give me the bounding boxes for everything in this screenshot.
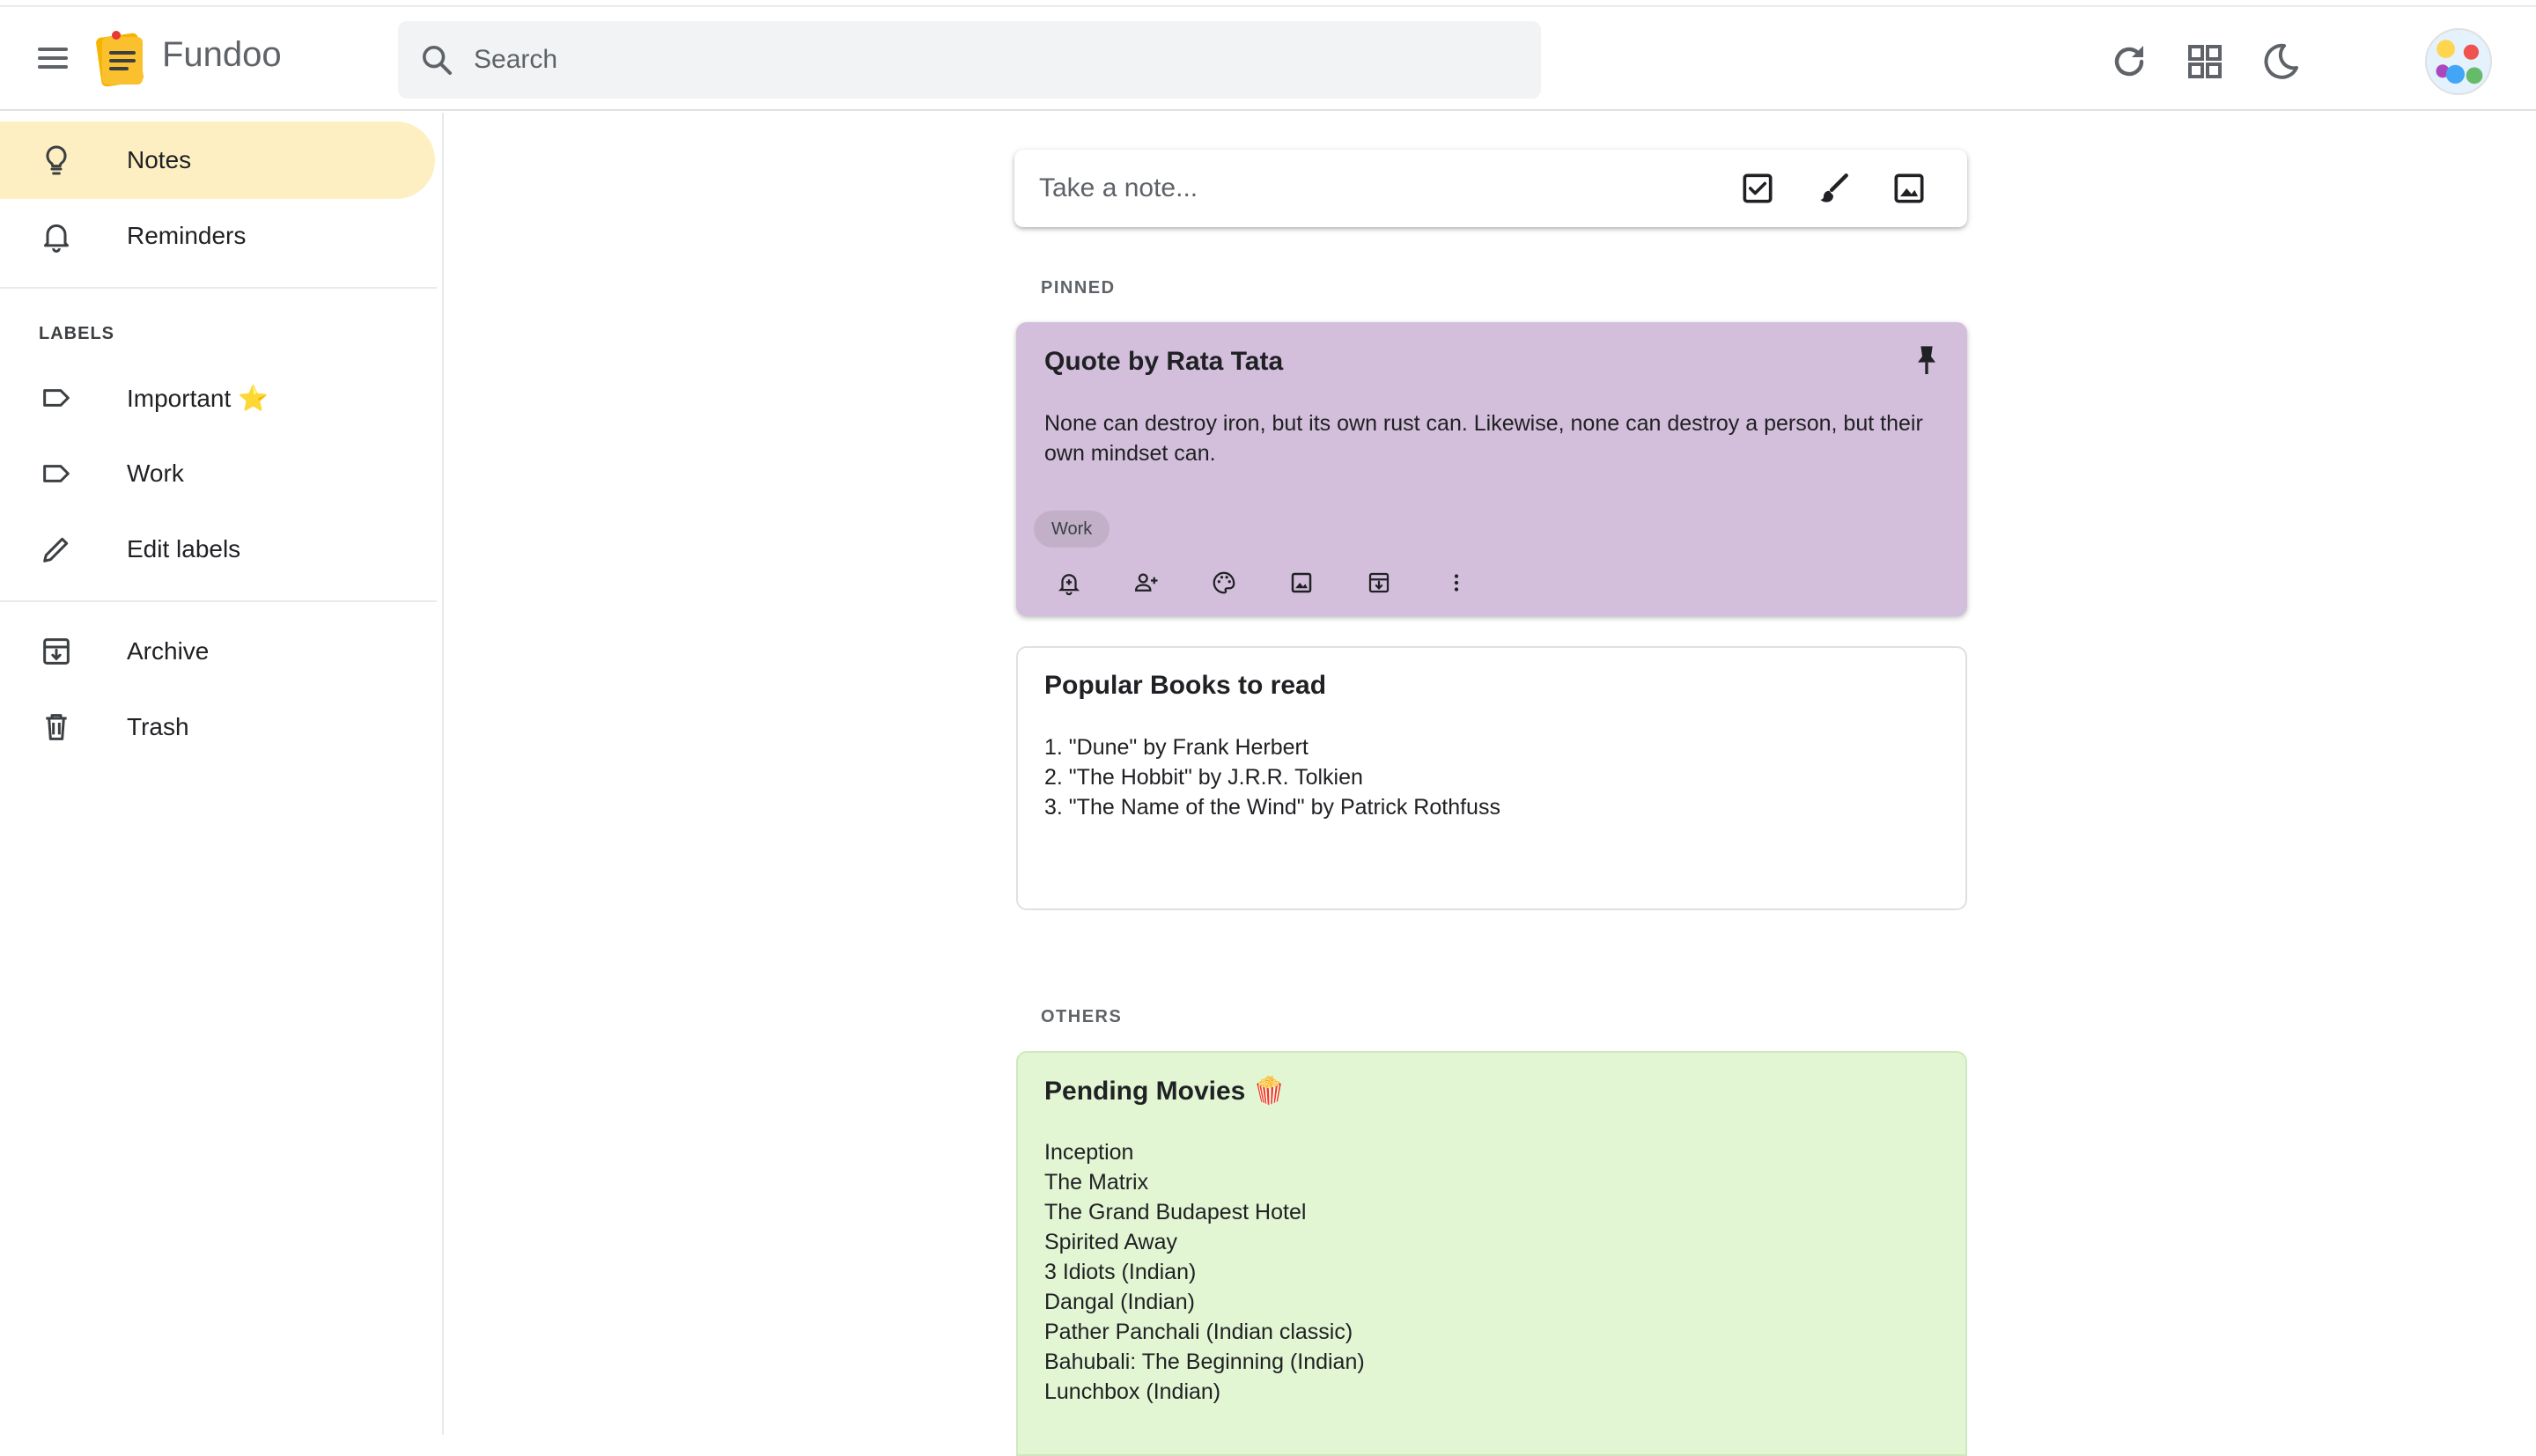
note-title: Popular Books to read [1044, 671, 1327, 700]
grid-view-icon[interactable] [2184, 40, 2226, 83]
sidebar-item-work[interactable]: Work [0, 435, 435, 512]
image-icon [1291, 572, 1312, 593]
avatar[interactable] [2425, 28, 2492, 95]
bell-icon [44, 224, 69, 253]
trash-icon [46, 714, 67, 740]
background-color-button[interactable] [1185, 560, 1263, 606]
notes-area: PINNED Quote by Rata Tata None can destr… [446, 113, 2536, 1456]
brush-icon[interactable] [1814, 169, 1853, 208]
search-icon[interactable] [419, 42, 454, 77]
note-body: 1. "Dune" by Frank Herbert 2. "The Hobbi… [1044, 735, 1500, 820]
pin-icon[interactable] [1909, 342, 1944, 380]
note-title: Pending Movies 🍿 [1044, 1077, 1286, 1106]
labels-heading: LABELS [39, 324, 114, 343]
person-add-icon [1134, 573, 1158, 592]
sidebar-item-label: Reminders [127, 222, 247, 249]
note-body: Inception The Matrix The Grand Budapest … [1044, 1140, 1365, 1404]
lightbulb-icon [46, 145, 67, 175]
note-actions [1030, 560, 1495, 606]
sidebar-item-edit-labels[interactable]: Edit labels [0, 511, 435, 588]
pencil-icon [43, 537, 69, 563]
checkbox-icon[interactable] [1738, 169, 1777, 208]
main-menu-button[interactable] [35, 42, 70, 77]
note-body: None can destroy iron, but its own rust … [1044, 411, 1923, 466]
app-header: Fundoo [0, 7, 2536, 111]
take-note-input[interactable] [1039, 169, 1708, 208]
sidebar-item-archive[interactable]: Archive [0, 613, 435, 690]
take-note-composer[interactable] [1014, 150, 1967, 227]
sidebar-item-label: Work [127, 460, 184, 487]
window-top-strip [0, 0, 2536, 7]
collaborator-button[interactable] [1108, 560, 1185, 606]
menu-line [38, 56, 68, 60]
others-section-label: OTHERS [1041, 1007, 1123, 1026]
archive-icon [1368, 572, 1390, 593]
sidebar-divider [0, 287, 437, 289]
note-card[interactable]: Pending Movies 🍿 Inception The Matrix Th… [1016, 1051, 1967, 1456]
label-icon [43, 389, 70, 407]
more-vert-icon [1454, 574, 1459, 592]
image-icon[interactable] [1890, 169, 1928, 208]
dark-mode-icon[interactable] [2260, 40, 2302, 83]
note-card[interactable]: Quote by Rata Tata None can destroy iron… [1016, 322, 1967, 616]
note-title: Quote by Rata Tata [1044, 347, 1284, 376]
refresh-icon[interactable] [2108, 40, 2150, 83]
note-card[interactable]: Popular Books to read 1. "Dune" by Frank… [1016, 646, 1967, 910]
menu-line [38, 48, 68, 51]
brand-name: Fundoo [162, 35, 282, 74]
sidebar-item-label: Important ⭐ [127, 384, 269, 412]
archive-icon [43, 638, 70, 665]
sidebar-divider [0, 600, 437, 602]
sidebar: Notes Reminders LABELS Important ⭐ Work … [0, 113, 444, 1435]
add-alert-icon [1058, 574, 1080, 596]
archive-button[interactable] [1340, 560, 1418, 606]
sidebar-item-label: Trash [127, 713, 189, 740]
sidebar-item-reminders[interactable]: Reminders [0, 197, 435, 275]
search-bar[interactable] [398, 21, 1541, 99]
sidebar-item-trash[interactable]: Trash [0, 688, 435, 766]
search-input[interactable] [474, 45, 1442, 75]
sidebar-item-label: Notes [127, 146, 192, 173]
palette-icon [1213, 571, 1235, 594]
sidebar-item-label: Archive [127, 637, 210, 665]
add-image-button[interactable] [1263, 560, 1340, 606]
remind-button[interactable] [1030, 560, 1108, 606]
menu-line [38, 65, 68, 69]
pinned-section-label: PINNED [1041, 278, 1116, 298]
sidebar-item-important[interactable]: Important ⭐ [0, 359, 435, 437]
sidebar-item-notes[interactable]: Notes [0, 121, 435, 199]
sidebar-item-label: Edit labels [127, 535, 241, 563]
label-icon [43, 465, 70, 482]
more-options-button[interactable] [1418, 560, 1495, 606]
label-chip[interactable]: Work [1034, 511, 1110, 548]
fundoo-logo-icon [96, 31, 144, 87]
